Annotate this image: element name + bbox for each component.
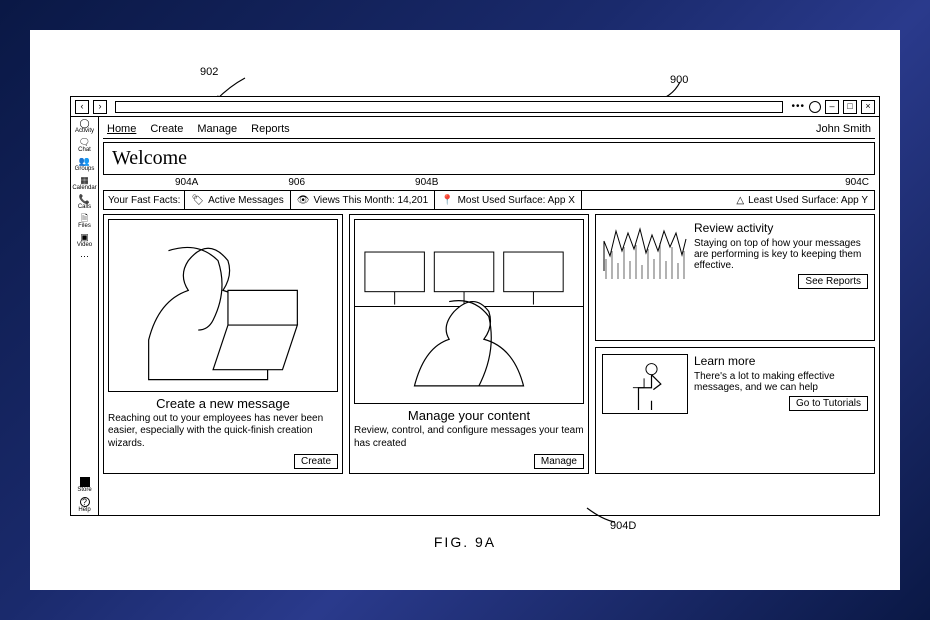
woman-laptop-icon: [109, 220, 337, 391]
minimize-button[interactable]: –: [825, 100, 839, 114]
app-window: ‹ › ••• – □ × ◯Activity 🗨Chat 👥Groups ▦C…: [70, 96, 880, 516]
fact-views: 👁Views This Month: 14,201: [291, 191, 435, 209]
rail-groups[interactable]: 👥Groups: [75, 157, 95, 172]
woman-monitors-icon: [355, 220, 583, 403]
rail-label: Files: [78, 223, 91, 229]
video-icon: ▣: [80, 233, 89, 242]
cards-side-column: Review activity Staying on top of how yo…: [595, 214, 875, 474]
warning-icon: △: [736, 195, 744, 206]
rail-label: Calls: [78, 204, 91, 210]
mini-title: Review activity: [694, 221, 868, 235]
rail-calendar[interactable]: ▦Calendar: [72, 176, 96, 191]
groups-icon: 👥: [79, 157, 90, 166]
learn-illustration: [602, 354, 688, 414]
fact-least-used: △ Least Used Surface: App Y: [730, 191, 874, 209]
mini-desc: There's a lot to making effective messag…: [694, 371, 868, 393]
menu-manage[interactable]: Manage: [197, 123, 237, 135]
rail-label: Video: [77, 242, 92, 248]
rail-label: Store: [77, 487, 91, 493]
cards-row: Create a new message Reaching out to you…: [103, 214, 875, 474]
user-name[interactable]: John Smith: [816, 123, 871, 135]
menubar: Home Create Manage Reports John Smith: [103, 119, 875, 139]
store-icon: [80, 477, 90, 487]
more-icon[interactable]: •••: [791, 101, 805, 112]
fact-text: Views This Month: 14,201: [313, 195, 428, 206]
tutorials-button[interactable]: Go to Tutorials: [789, 396, 868, 411]
rail-label: Groups: [75, 166, 95, 172]
fact-text: Active Messages: [208, 195, 284, 206]
titlebar: ‹ › ••• – □ ×: [71, 97, 879, 117]
menu-create[interactable]: Create: [150, 123, 183, 135]
menu-reports[interactable]: Reports: [251, 123, 290, 135]
manage-button[interactable]: Manage: [534, 454, 584, 469]
callout-904b: 904B: [415, 177, 438, 188]
see-reports-button[interactable]: See Reports: [798, 274, 868, 289]
chat-icon: 🗨: [79, 138, 90, 147]
rail-label: Calendar: [72, 185, 96, 191]
menu-home[interactable]: Home: [107, 123, 136, 135]
activity-chart-icon: [602, 221, 688, 281]
person-seated-icon: [605, 356, 685, 412]
rail-store[interactable]: Store: [77, 477, 91, 493]
callout-904c: 904C: [845, 177, 869, 188]
figure-label: FIG. 9A: [40, 534, 890, 550]
back-button[interactable]: ‹: [75, 100, 89, 114]
card-manage: Manage your content Review, control, and…: [349, 214, 589, 474]
welcome-panel: Welcome: [103, 142, 875, 175]
fact-text: Least Used Surface: App Y: [748, 195, 868, 206]
calls-icon: 📞: [79, 195, 90, 204]
card-learn: Learn more There's a lot to making effec…: [595, 347, 875, 474]
create-button[interactable]: Create: [294, 454, 338, 469]
mini-desc: Staying on top of how your messages are …: [694, 238, 868, 271]
rail-label: Activity: [75, 128, 94, 134]
rail-label: Chat: [78, 147, 91, 153]
card-title: Create a new message: [108, 396, 338, 411]
rail-video[interactable]: ▣Video: [77, 233, 92, 248]
fast-facts-bar: Your Fast Facts: 🏷 Active Messages 👁Views…: [103, 190, 875, 210]
calendar-icon: ▦: [80, 176, 89, 185]
fact-most-used: 📍 Most Used Surface: App X: [435, 191, 582, 209]
rail-chat[interactable]: 🗨Chat: [78, 138, 91, 153]
fact-active: 🏷 Active Messages: [185, 191, 290, 209]
card-desc: Review, control, and configure messages …: [354, 425, 584, 450]
tag-icon: 🏷: [191, 195, 204, 206]
rail-calls[interactable]: 📞Calls: [78, 195, 91, 210]
rail-files[interactable]: 🗎Files: [78, 214, 91, 229]
facts-label: Your Fast Facts:: [104, 191, 185, 209]
close-button[interactable]: ×: [861, 100, 875, 114]
callout-906: 906: [288, 177, 305, 188]
address-bar[interactable]: [115, 101, 783, 113]
manage-illustration: [354, 219, 584, 404]
rail-activity[interactable]: ◯Activity: [75, 119, 94, 134]
rail-help[interactable]: ?Help: [78, 497, 90, 513]
fact-text: Most Used Surface: App X: [458, 195, 575, 206]
callout-904a: 904A: [175, 177, 198, 188]
maximize-button[interactable]: □: [843, 100, 857, 114]
card-desc: Reaching out to your employees has never…: [108, 413, 338, 451]
profile-icon[interactable]: [809, 101, 821, 113]
mini-title: Learn more: [694, 354, 868, 368]
main-area: Home Create Manage Reports John Smith We…: [99, 117, 879, 515]
card-title: Manage your content: [354, 408, 584, 423]
forward-button[interactable]: ›: [93, 100, 107, 114]
left-rail: ◯Activity 🗨Chat 👥Groups ▦Calendar 📞Calls…: [71, 117, 99, 515]
eye-icon: 👁: [297, 195, 310, 206]
pin-icon: 📍: [441, 195, 453, 206]
patent-page: 902 900 ‹ › ••• – □ × ◯Activity 🗨Cha: [30, 30, 900, 590]
inline-callouts: 904A 906 904B 904C: [105, 177, 873, 188]
more-icon: ⋯: [80, 252, 89, 261]
activity-icon: ◯: [79, 119, 89, 128]
rail-more[interactable]: ⋯: [80, 252, 89, 261]
rail-label: Help: [78, 507, 90, 513]
help-icon: ?: [80, 497, 90, 507]
leader-line-icon: [585, 506, 625, 526]
page-title: Welcome: [112, 147, 866, 170]
card-review: Review activity Staying on top of how yo…: [595, 214, 875, 341]
card-create: Create a new message Reaching out to you…: [103, 214, 343, 474]
create-illustration: [108, 219, 338, 392]
files-icon: 🗎: [81, 214, 88, 223]
